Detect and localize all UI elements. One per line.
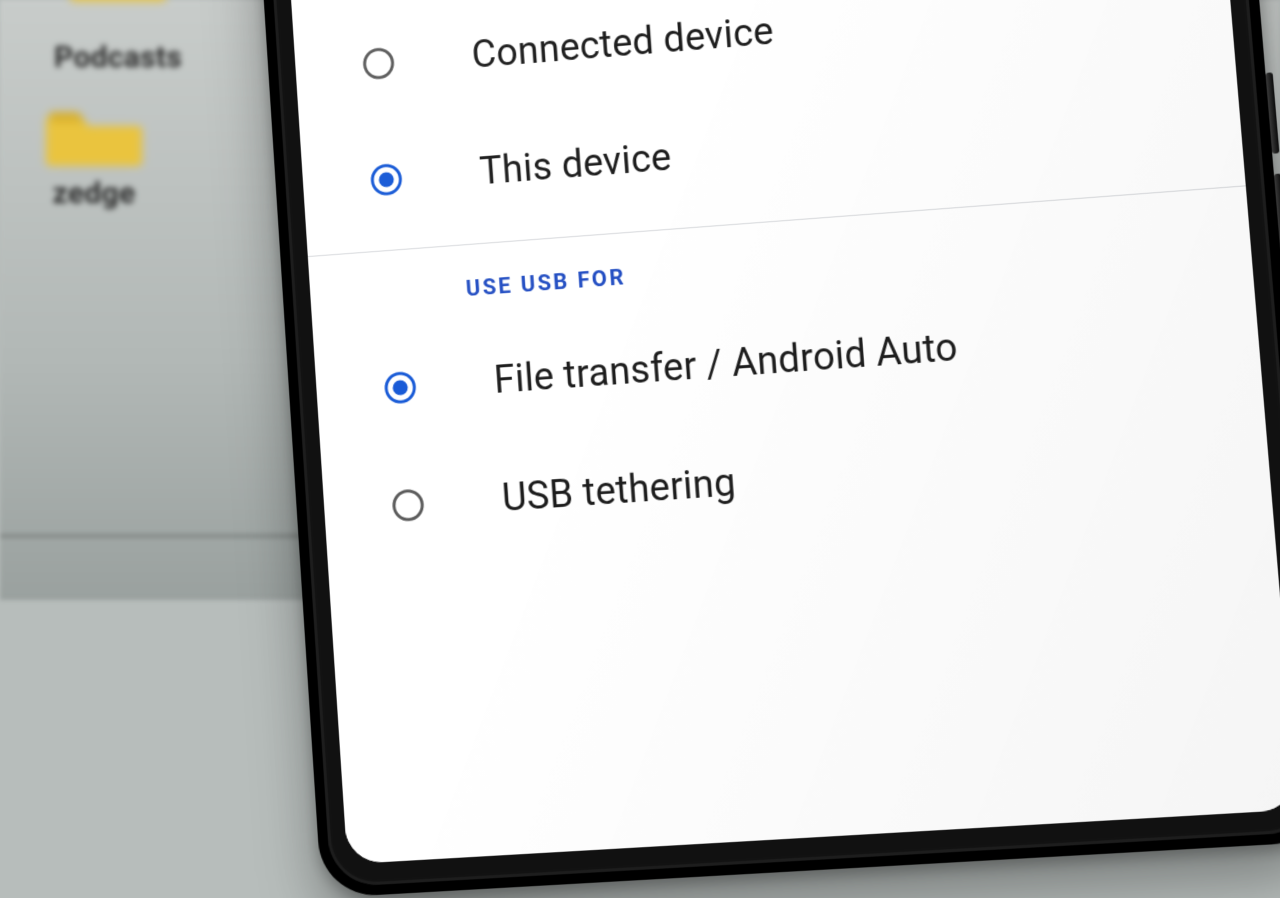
phone-side-button xyxy=(1265,72,1279,153)
phone-device: USB CONTROLLED BY Connected device xyxy=(256,0,1280,898)
radio-option-label: USB tethering xyxy=(501,461,738,521)
radio-option-label: Connected device xyxy=(470,10,775,78)
radio-option-label: File transfer / Android Auto xyxy=(493,326,960,403)
usb-preferences-screen: USB CONTROLLED BY Connected device xyxy=(286,0,1280,864)
radio-unselected-icon xyxy=(388,485,428,526)
radio-selected-icon xyxy=(367,159,407,199)
radio-selected-icon xyxy=(380,367,420,407)
phone-side-button xyxy=(1274,173,1280,306)
phone-screen: USB CONTROLLED BY Connected device xyxy=(286,0,1280,864)
radio-option-label: This device xyxy=(478,136,673,194)
radio-unselected-icon xyxy=(359,43,399,83)
